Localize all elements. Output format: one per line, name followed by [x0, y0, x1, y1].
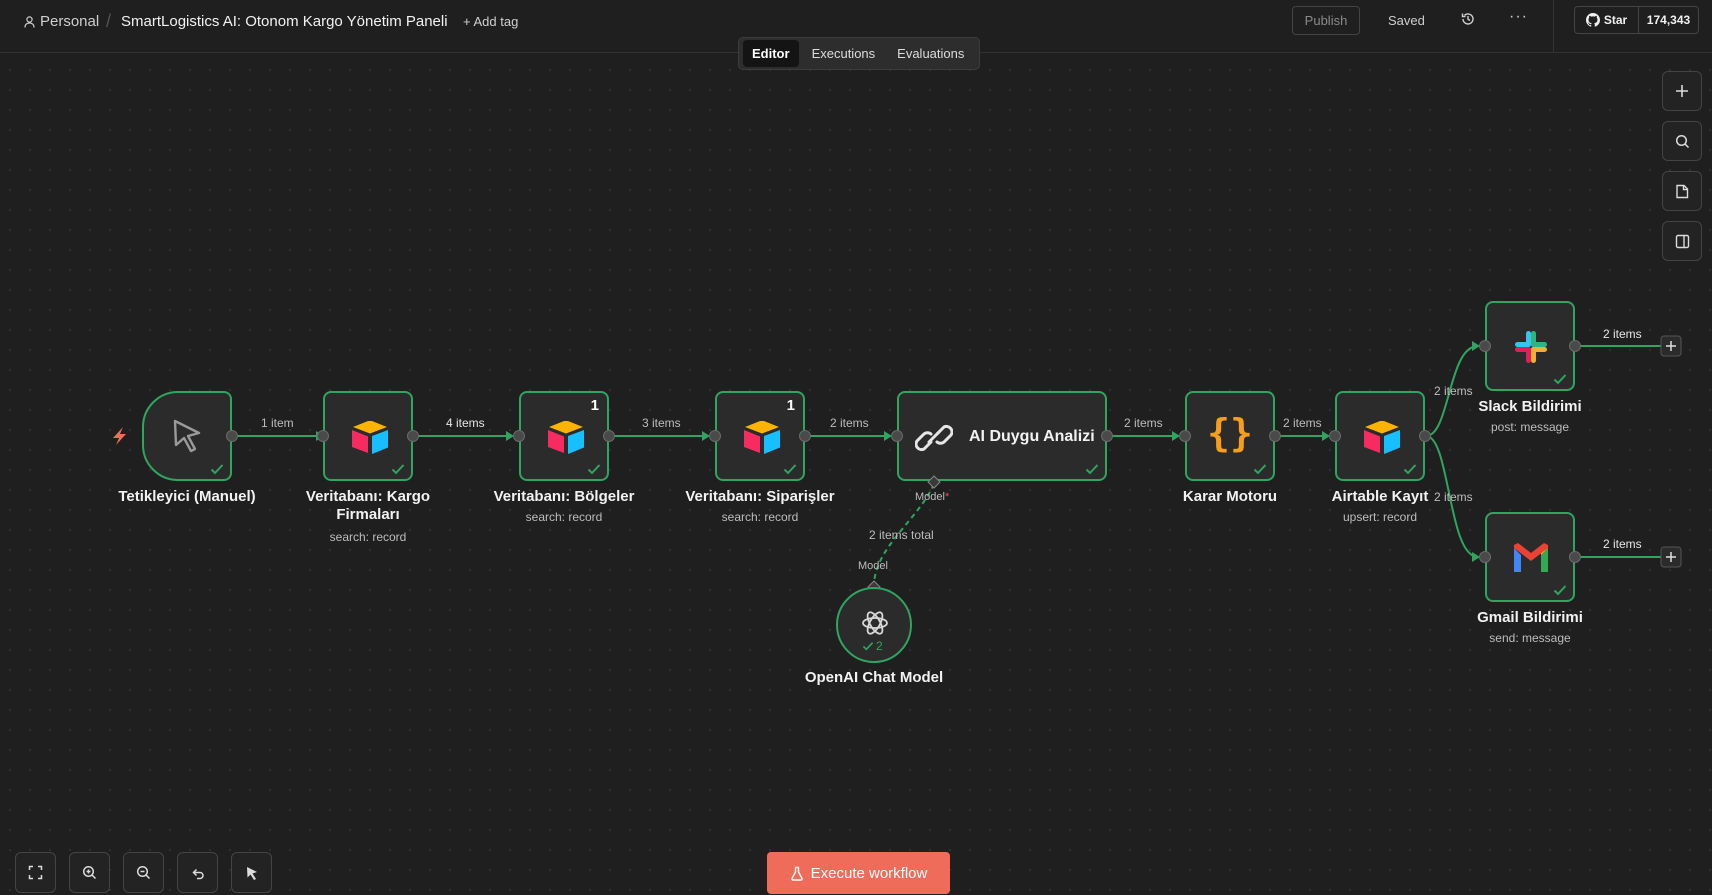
node-bolgeler[interactable]: 1 [519, 391, 609, 481]
node-subtitle: search: record [329, 530, 407, 544]
check-icon [783, 464, 797, 475]
run-count: 2 [862, 639, 883, 653]
tidy-up-button[interactable] [231, 852, 272, 893]
slack-icon [1515, 331, 1547, 363]
node-label: Veritabanı: Bölgeler [493, 488, 635, 505]
undo-icon [192, 868, 204, 880]
check-icon [391, 464, 405, 475]
check-icon [1085, 464, 1099, 475]
edge-label: 2 items [1434, 384, 1473, 398]
zoom-out-button[interactable] [123, 852, 164, 893]
node-label: Veritabanı: Kargo Firmaları [305, 488, 431, 523]
execute-workflow-label: Execute workflow [810, 864, 928, 882]
input-handle[interactable] [1479, 551, 1491, 563]
node-slack-bildirimi[interactable] [1485, 301, 1575, 391]
model-input-label: Model* [915, 491, 950, 503]
zoom-out-icon [136, 865, 151, 880]
output-handle[interactable] [1569, 551, 1581, 563]
node-siparisler[interactable]: 1 [715, 391, 805, 481]
node-subtitle: send: message [1489, 631, 1571, 645]
fullscreen-icon [28, 865, 43, 880]
node-label: Gmail Bildirimi [1477, 609, 1583, 626]
node-subtitle: search: record [721, 510, 799, 524]
input-handle[interactable] [1179, 430, 1191, 442]
check-icon [210, 464, 224, 475]
input-handle[interactable] [513, 430, 525, 442]
edge-label: 2 items [1603, 537, 1642, 551]
add-output-gmail[interactable] [1660, 546, 1682, 568]
gmail-icon [1514, 543, 1548, 572]
node-label: Veritabanı: Siparişler [685, 488, 835, 505]
zoom-in-button[interactable] [69, 852, 110, 893]
output-handle[interactable] [1101, 430, 1113, 442]
node-subtitle: post: message [1490, 420, 1570, 434]
wand-icon [246, 866, 257, 880]
input-handle[interactable] [1479, 340, 1491, 352]
edge-label: 2 items [1124, 416, 1163, 430]
edge-label: 1 item [261, 416, 294, 430]
output-handle[interactable] [1419, 430, 1431, 442]
input-handle[interactable] [1329, 430, 1341, 442]
add-output-slack[interactable] [1660, 335, 1682, 357]
airtable-icon [744, 421, 780, 454]
undo-button[interactable] [177, 852, 218, 893]
node-openai-chat-model[interactable]: 2 [836, 587, 912, 663]
output-handle[interactable] [799, 430, 811, 442]
node-gmail-bildirimi[interactable] [1485, 512, 1575, 602]
check-icon [587, 464, 601, 475]
node-subtitle: search: record [525, 510, 603, 524]
output-handle[interactable] [1269, 430, 1281, 442]
output-handle[interactable] [226, 430, 238, 442]
input-handle[interactable] [709, 430, 721, 442]
airtable-icon [352, 421, 388, 454]
node-ai-duygu-analizi[interactable]: AI Duygu Analizi [897, 391, 1107, 481]
zoom-in-icon [82, 865, 97, 880]
check-icon [1553, 585, 1567, 596]
check-icon [1253, 464, 1267, 475]
openai-icon [862, 611, 888, 635]
airtable-icon [548, 421, 584, 454]
check-icon [1553, 374, 1567, 385]
model-total-label: 2 items total [869, 528, 934, 542]
node-kargo-firmalari[interactable] [323, 391, 413, 481]
run-count-badge: 1 [786, 397, 795, 414]
input-handle[interactable] [891, 430, 903, 442]
check-icon [1403, 464, 1417, 475]
node-airtable-kayit[interactable] [1335, 391, 1425, 481]
code-braces-icon: {} [1207, 411, 1253, 455]
edge-label: 2 items [1283, 416, 1322, 430]
output-handle[interactable] [1569, 340, 1581, 352]
airtable-icon [1364, 421, 1400, 454]
node-subtitle: upsert: record [1342, 510, 1418, 524]
execute-workflow-button[interactable]: Execute workflow [767, 852, 950, 894]
flask-icon [790, 866, 803, 881]
connections-layer [113, 335, 1682, 587]
output-handle[interactable] [603, 430, 615, 442]
node-title: AI Duygu Analizi [969, 428, 1095, 445]
model-input-handle[interactable] [927, 475, 941, 489]
output-handle[interactable] [407, 430, 419, 442]
node-label: Slack Bildirimi [1478, 398, 1582, 415]
fit-view-button[interactable] [15, 852, 56, 893]
edge-label: 3 items [642, 416, 681, 430]
model-output-label: Model [858, 560, 888, 572]
link-icon [915, 424, 953, 452]
input-handle[interactable] [317, 430, 329, 442]
node-label: Tetikleyici (Manuel) [118, 488, 256, 505]
node-trigger[interactable] [142, 391, 232, 481]
edge-label: 4 items [446, 416, 485, 430]
node-karar-motoru[interactable]: {} [1185, 391, 1275, 481]
cursor-icon [173, 419, 201, 453]
edge-label: 2 items [830, 416, 869, 430]
check-icon [862, 642, 874, 651]
run-count-badge: 1 [590, 397, 599, 414]
workflow-canvas[interactable]: 1 item 4 items 3 items 2 items 2 items 2… [0, 0, 1712, 895]
node-label: OpenAI Chat Model [804, 669, 944, 686]
trigger-bolt-icon [113, 427, 126, 445]
node-label: Airtable Kayıt [1331, 488, 1429, 505]
edge-label: 2 items [1603, 327, 1642, 341]
